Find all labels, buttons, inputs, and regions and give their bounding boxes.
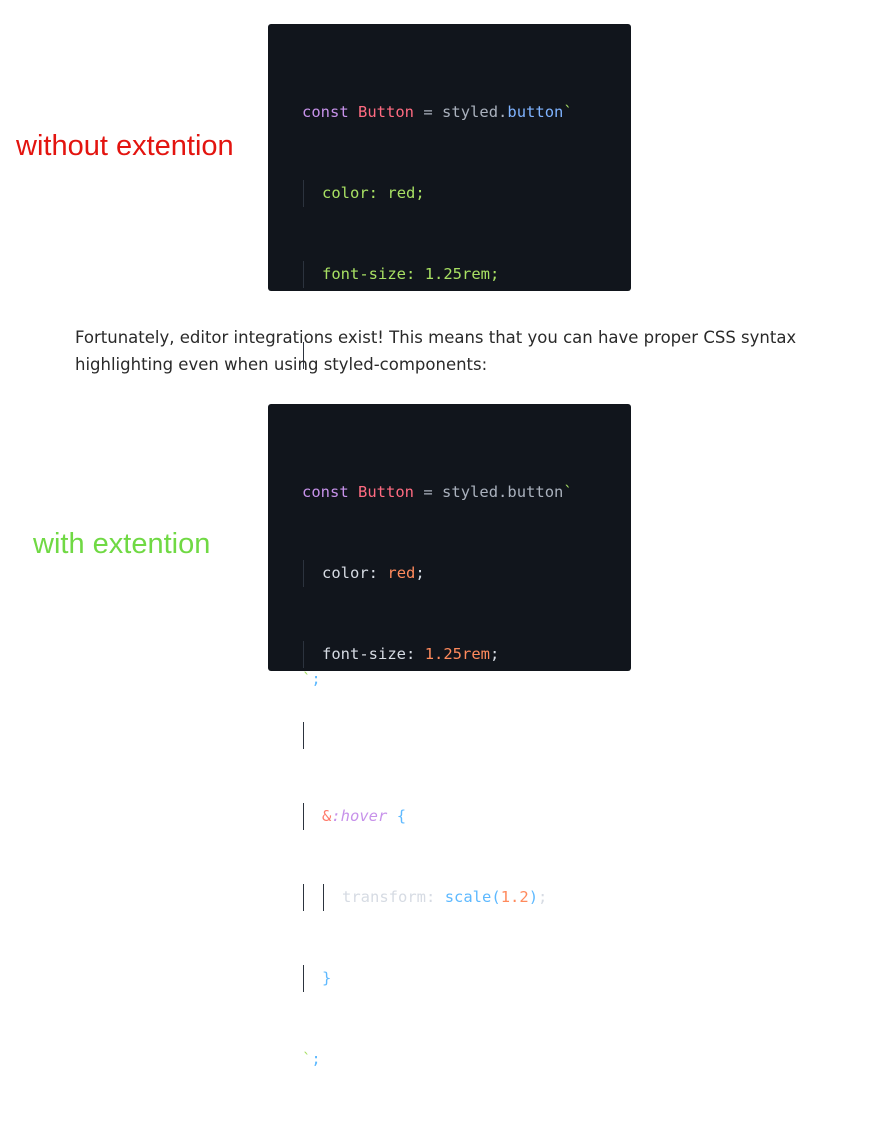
- backtick: `: [563, 103, 573, 121]
- keyword: const: [302, 483, 349, 501]
- css-val: red: [387, 564, 416, 582]
- label-with-extension: with extention: [33, 528, 211, 560]
- code-content: const Button = styled.button` color: red…: [302, 425, 573, 1127]
- css-val: 1.25rem: [424, 265, 491, 283]
- code-block-with-extension: const Button = styled.button` color: red…: [268, 404, 631, 1068]
- operator: =: [423, 483, 433, 501]
- code-block-without-extension: const Button = styled.button` color: red…: [268, 24, 631, 688]
- code-line-5: &:hover {: [302, 803, 573, 830]
- backtick: `: [563, 483, 573, 501]
- code-line-6: transform: scale(1.2);: [302, 884, 573, 911]
- css-prop: font-size: [322, 265, 406, 283]
- code-line-2: color: red;: [302, 180, 573, 207]
- css-prop: color: [322, 184, 369, 202]
- code-line-3: font-size: 1.25rem;: [302, 641, 573, 668]
- operator: =: [423, 103, 433, 121]
- code-line-7: }: [302, 965, 573, 992]
- code-line-1: const Button = styled.button`: [302, 99, 573, 126]
- property: button: [507, 483, 564, 501]
- identifier: Button: [358, 483, 415, 501]
- dot: .: [498, 483, 508, 501]
- css-prop: font-size: [322, 645, 406, 663]
- css-val: 1.25rem: [424, 645, 491, 663]
- label-without-extension: without extention: [16, 130, 234, 162]
- code-line-3: font-size: 1.25rem;: [302, 261, 573, 288]
- css-fn: scale: [444, 888, 492, 906]
- object: styled: [442, 483, 499, 501]
- object: styled: [442, 103, 499, 121]
- keyword: const: [302, 103, 349, 121]
- css-prop: transform: [342, 888, 426, 906]
- code-line-8: `;: [302, 1050, 321, 1068]
- pseudo-selector: :hover: [331, 807, 388, 825]
- property: button: [507, 103, 564, 121]
- code-line-1: const Button = styled.button`: [302, 479, 573, 506]
- code-line-4: [302, 722, 573, 749]
- identifier: Button: [358, 103, 415, 121]
- css-val: red: [387, 184, 416, 202]
- code-line-2: color: red;: [302, 560, 573, 587]
- dot: .: [498, 103, 508, 121]
- css-prop: color: [322, 564, 369, 582]
- paragraph-text: Fortunately, editor integrations exist! …: [75, 328, 797, 374]
